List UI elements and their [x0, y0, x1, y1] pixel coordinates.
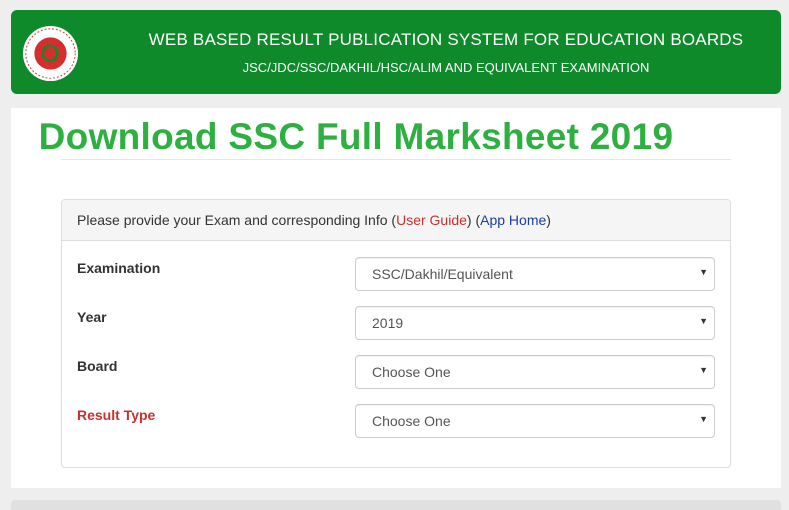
panel-heading: Please provide your Exam and correspondi…	[62, 200, 730, 241]
exam-info-panel: Please provide your Exam and correspondi…	[61, 199, 731, 468]
year-row: Year 2019 ▼	[62, 306, 730, 340]
year-label: Year	[77, 309, 107, 325]
user-guide-link[interactable]: User Guide	[396, 212, 467, 228]
paren-close: )	[466, 212, 472, 228]
chevron-down-icon: ▼	[699, 267, 708, 277]
chevron-down-icon: ▼	[699, 414, 708, 424]
board-row: Board Choose One ▼	[62, 355, 730, 389]
chevron-down-icon: ▼	[699, 365, 708, 375]
paren-close: )	[546, 212, 551, 228]
examination-row: Examination SSC/Dakhil/Equivalent ▼	[62, 257, 730, 291]
year-select[interactable]: 2019 ▼	[355, 306, 715, 340]
header-subtitle: JSC/JDC/SSC/DAKHIL/HSC/ALIM AND EQUIVALE…	[242, 60, 650, 75]
board-value: Choose One	[372, 364, 451, 380]
title-divider	[61, 159, 731, 160]
result-type-select[interactable]: Choose One ▼	[355, 404, 715, 438]
result-type-row: Result Type Choose One ▼	[62, 404, 730, 438]
app-home-link[interactable]: App Home	[480, 212, 546, 228]
examination-value: SSC/Dakhil/Equivalent	[372, 266, 513, 282]
site-header: WEB BASED RESULT PUBLICATION SYSTEM FOR …	[11, 10, 781, 94]
page-title: Download SSC Full Marksheet 2019	[38, 116, 674, 157]
examination-select[interactable]: SSC/Dakhil/Equivalent ▼	[355, 257, 715, 291]
result-type-value: Choose One	[372, 413, 451, 429]
chevron-down-icon: ▼	[699, 316, 708, 326]
next-section-edge	[11, 500, 781, 510]
main-content: Download SSC Full Marksheet 2019 Please …	[11, 108, 781, 488]
result-type-label: Result Type	[77, 407, 156, 423]
examination-label: Examination	[77, 260, 161, 276]
year-value: 2019	[372, 315, 404, 331]
board-select[interactable]: Choose One ▼	[355, 355, 715, 389]
panel-intro-text: Please provide your Exam and correspondi…	[77, 212, 388, 228]
header-title: WEB BASED RESULT PUBLICATION SYSTEM FOR …	[148, 30, 744, 49]
board-label: Board	[77, 358, 118, 374]
